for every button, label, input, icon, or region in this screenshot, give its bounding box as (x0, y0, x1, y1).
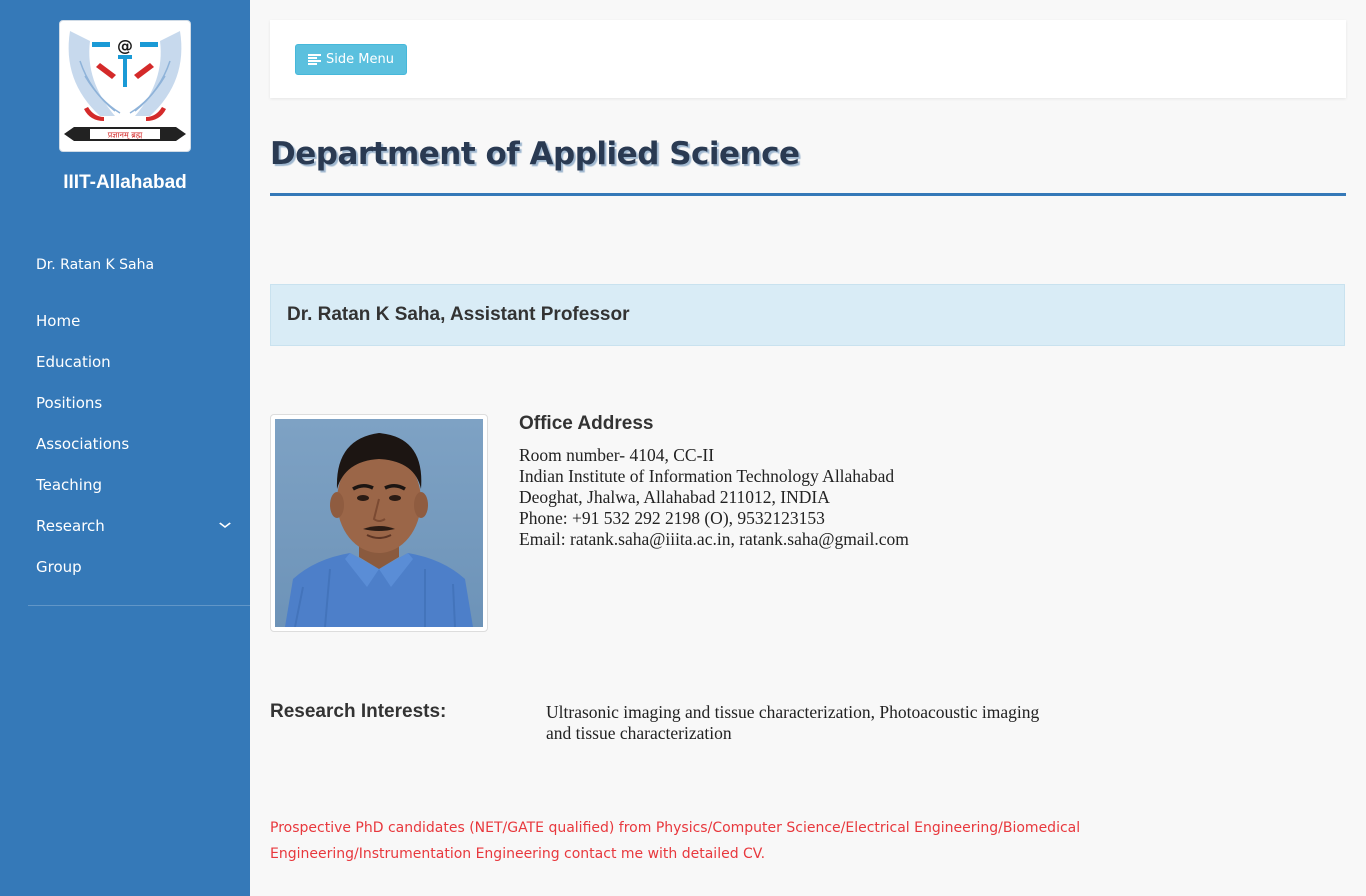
address-email: Email: ratank.saha@iiita.ac.in, ratank.s… (519, 529, 909, 549)
sidebar-item-teaching[interactable]: Teaching (0, 464, 250, 505)
sidebar-item-label: Research (36, 516, 105, 535)
sidebar-item-label: Group (36, 557, 82, 576)
sidebar-item-education[interactable]: Education (0, 341, 250, 382)
address-line: Indian Institute of Information Technolo… (519, 466, 895, 486)
side-menu-button[interactable]: Side Menu (295, 44, 407, 75)
address-line: Room number- 4104, CC-II (519, 445, 715, 465)
sidebar-item-positions[interactable]: Positions (0, 382, 250, 423)
phd-candidates-note: Prospective PhD candidates (NET/GATE qua… (270, 820, 1081, 862)
top-navbar: Side Menu (270, 20, 1346, 98)
profile-photo (270, 414, 488, 632)
logo-motto: प्रज्ञानम् ब्रह्म (108, 131, 143, 141)
sidebar-item-associations[interactable]: Associations (0, 423, 250, 464)
sidebar-item-home[interactable]: Home (0, 300, 250, 341)
sidebar-divider (28, 605, 250, 606)
portrait-image (275, 419, 483, 627)
sidebar-item-label: Education (36, 352, 111, 371)
sidebar-item-label: Home (36, 311, 81, 330)
sidebar-nav: Home Education Positions Associations Te… (0, 300, 250, 587)
page-title: Department of Applied Science (270, 136, 800, 172)
sidebar-professor-name[interactable]: Dr. Ratan K Saha (36, 257, 154, 273)
align-left-icon (308, 54, 321, 65)
svg-text:@: @ (117, 36, 133, 55)
address-line: Deoghat, Jhalwa, Allahabad 211012, INDIA (519, 487, 830, 507)
title-divider (270, 193, 1346, 196)
sidebar: @ प्रज्ञानम् ब्रह्म IIIT-Allahabad Dr. R… (0, 0, 250, 896)
chevron-down-icon[interactable] (219, 522, 232, 529)
address-phone: Phone: +91 532 292 2198 (O), 9532123153 (519, 508, 825, 528)
sidebar-item-research[interactable]: Research (0, 505, 250, 546)
profile-name-title: Dr. Ratan K Saha, Assistant Professor (287, 304, 630, 325)
profile-panel-heading: Dr. Ratan K Saha, Assistant Professor (270, 284, 1345, 346)
office-address-heading: Office Address (519, 413, 654, 434)
logo-emblem-icon: @ प्रज्ञानम् ब्रह्म (64, 31, 186, 141)
sidebar-item-label: Associations (36, 434, 130, 453)
sidebar-item-group[interactable]: Group (0, 546, 250, 587)
iiit-logo[interactable]: @ प्रज्ञानम् ब्रह्म (59, 20, 191, 152)
sidebar-item-label: Positions (36, 393, 103, 412)
office-address: Room number- 4104, CC-II Indian Institut… (519, 445, 909, 550)
sidebar-item-label: Teaching (36, 475, 102, 494)
research-interests-label: Research Interests: (270, 701, 447, 722)
research-interests-text: Ultrasonic imaging and tissue characteri… (546, 702, 1040, 743)
side-menu-label: Side Menu (326, 52, 394, 67)
brand-name: IIIT-Allahabad (63, 172, 187, 193)
